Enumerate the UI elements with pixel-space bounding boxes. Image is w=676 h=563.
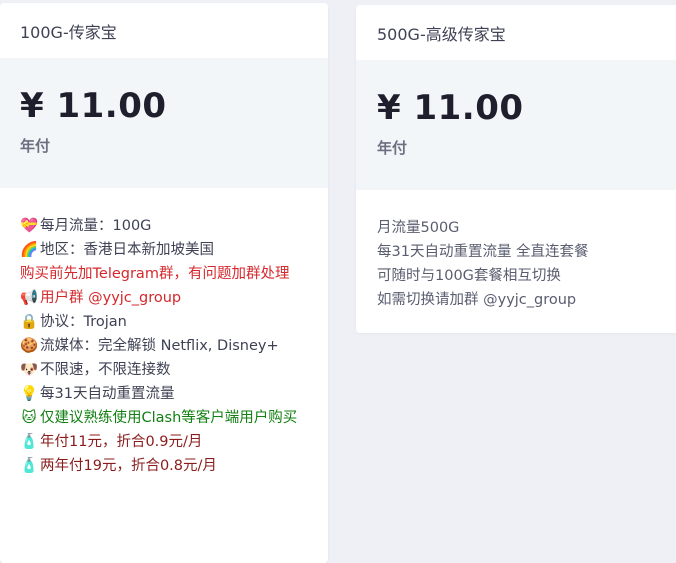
plan-card-100g[interactable]: 100G-传家宝 ¥ 11.00 年付 💝 每月流量：100G 🌈 地区：香港日本新…	[0, 3, 328, 563]
feature-item: 🧴 年付11元，折合0.9元/月	[20, 430, 308, 454]
plan-period: 年付	[20, 137, 51, 156]
feature-item: 可随时与100G套餐相互切换	[377, 268, 561, 284]
feature-item: 🧴 两年付19元，折合0.8元/月	[20, 454, 308, 478]
plan-card-500g[interactable]: 500G-高级传家宝 ¥ 11.00 年付 月流量500G 每31天自动重置流量…	[356, 5, 676, 333]
lock-icon: 🔒	[20, 314, 39, 330]
bottle-icon: 🧴	[20, 434, 39, 450]
plan-title: 500G-高级传家宝	[377, 24, 506, 44]
price-block: ¥ 11.00 年付	[0, 58, 328, 188]
feature-text: 年付11元，折合0.9元/月	[40, 434, 203, 450]
feature-item: 💝 每月流量：100G	[20, 214, 308, 238]
feature-text: 购买前先加Telegram群，有问题加群处理	[20, 266, 290, 282]
dog-icon: 🐶	[20, 362, 39, 378]
feature-text: 每31天自动重置流量	[40, 386, 175, 402]
heart-gift-icon: 💝	[20, 218, 39, 234]
megaphone-icon: 📢	[20, 290, 39, 306]
feature-text: 两年付19元，折合0.8元/月	[40, 458, 217, 474]
plan-price: ¥ 11.00	[20, 86, 167, 126]
rainbow-icon: 🌈	[20, 242, 39, 258]
bottle-icon: 🧴	[20, 458, 39, 474]
cat-icon: 🐱	[21, 410, 37, 426]
feature-text: 流媒体：完全解锁 Netflix, Disney+	[40, 338, 279, 354]
feature-text: 仅建议熟练使用Clash等客户端用户购买	[40, 410, 298, 426]
plan-title: 100G-传家宝	[20, 22, 117, 42]
cookie-icon: 🍪	[20, 338, 39, 354]
plan-price: ¥ 11.00	[377, 88, 524, 128]
feature-item: 🐶 不限速，不限连接数	[20, 358, 308, 382]
feature-item: 如需切换请加群 @yyjc_group	[377, 292, 577, 308]
feature-item: 💡 每31天自动重置流量	[20, 382, 308, 406]
feature-text: 不限速，不限连接数	[40, 362, 171, 378]
feature-item: 🔒 协议：Trojan	[20, 310, 308, 334]
feature-text: 协议：Trojan	[40, 314, 127, 330]
lightbulb-icon: 💡	[20, 386, 39, 402]
feature-item: 🌈 地区：香港日本新加坡美国	[20, 238, 308, 262]
feature-list: 月流量500G 每31天自动重置流量 全直连套餐 可随时与100G套餐相互切换 …	[356, 190, 676, 312]
feature-item: 每31天自动重置流量 全直连套餐	[377, 244, 589, 260]
price-block: ¥ 11.00 年付	[356, 60, 676, 190]
feature-item: 🐱 仅建议熟练使用Clash等客户端用户购买	[20, 406, 308, 430]
feature-item: 月流量500G	[377, 220, 460, 236]
feature-item: 📢 用户群 @yyjc_group	[20, 286, 308, 310]
feature-text: 每月流量：100G	[40, 218, 152, 234]
plan-period: 年付	[377, 139, 408, 158]
feature-text: 用户群 @yyjc_group	[40, 290, 182, 306]
feature-item: 🍪 流媒体：完全解锁 Netflix, Disney+	[20, 334, 308, 358]
feature-item: 购买前先加Telegram群，有问题加群处理	[20, 262, 308, 286]
feature-list: 💝 每月流量：100G 🌈 地区：香港日本新加坡美国 购买前先加Telegram群，…	[0, 188, 328, 478]
feature-text: 地区：香港日本新加坡美国	[40, 242, 214, 258]
